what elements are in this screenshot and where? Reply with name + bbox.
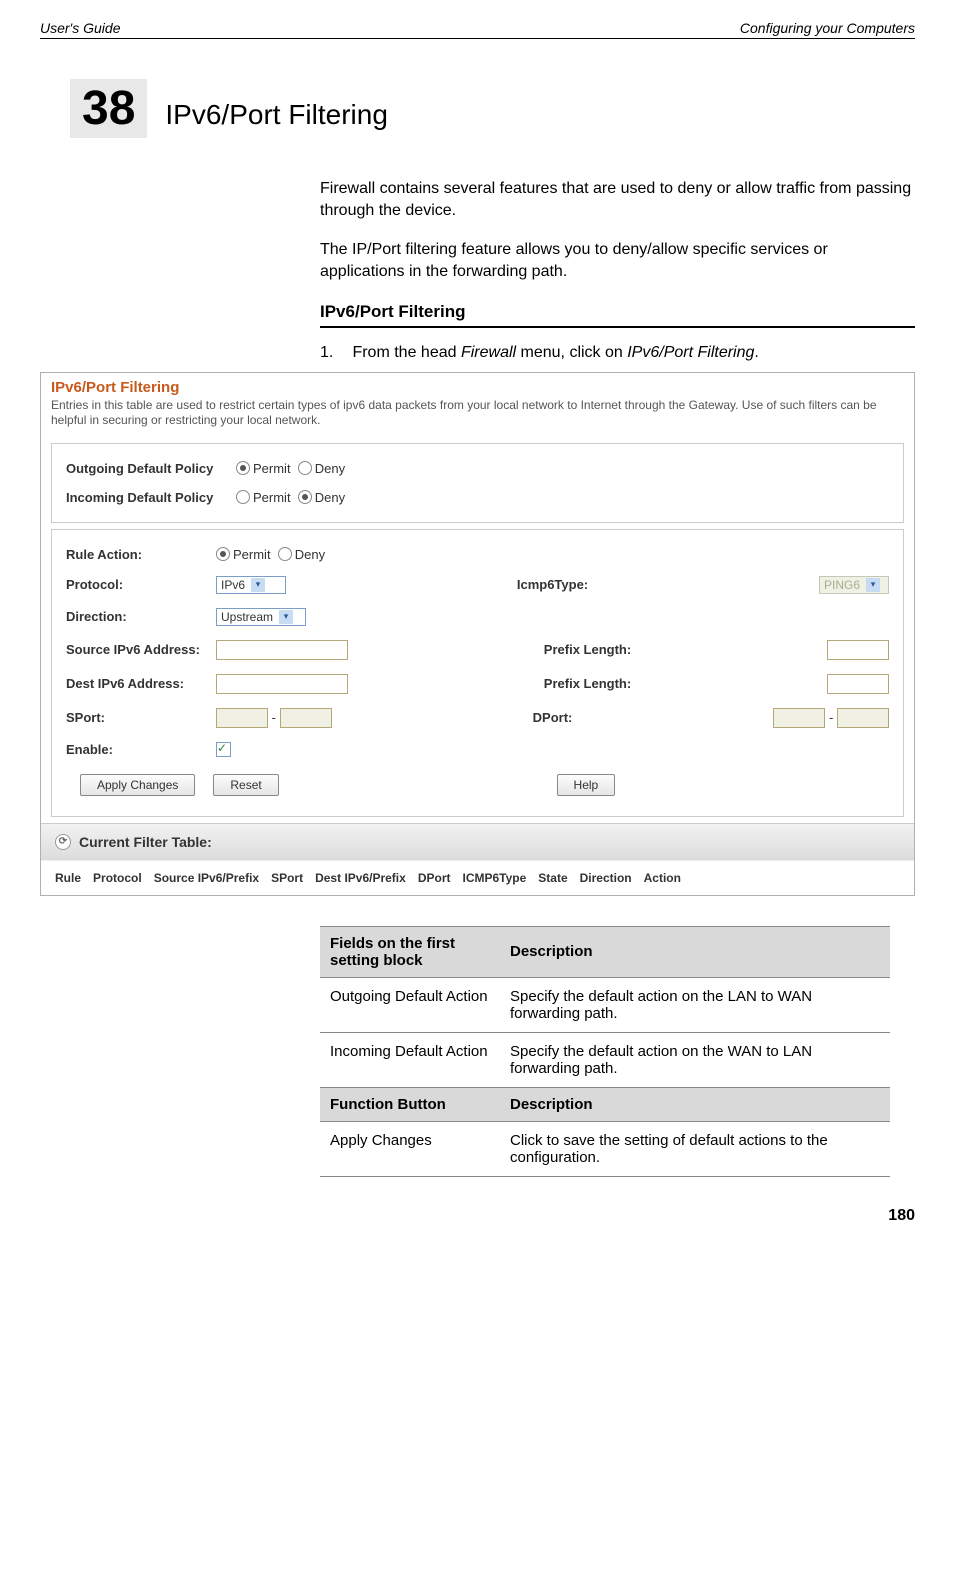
table-header-fields: Fields on the first setting block bbox=[320, 926, 500, 977]
icmp6type-value: PING6 bbox=[824, 578, 860, 592]
icmp6type-select[interactable]: PING6 ▾ bbox=[819, 576, 889, 594]
col-sport: SPort bbox=[271, 871, 303, 885]
outgoing-deny-label: Deny bbox=[315, 461, 345, 476]
header-left: User's Guide bbox=[40, 20, 120, 36]
current-filter-label: Current Filter Table: bbox=[79, 834, 212, 850]
source-ipv6-label: Source IPv6 Address: bbox=[66, 642, 216, 657]
protocol-select[interactable]: IPv6 ▾ bbox=[216, 576, 286, 594]
source-ipv6-input[interactable] bbox=[216, 640, 348, 660]
dport-label: DPort: bbox=[533, 710, 573, 725]
step-text-firewall: Firewall bbox=[461, 344, 516, 361]
icmp6type-label: Icmp6Type: bbox=[517, 577, 588, 592]
cell-incoming-action: Incoming Default Action bbox=[320, 1032, 500, 1087]
col-source: Source IPv6/Prefix bbox=[154, 871, 259, 885]
step-text-a: From the head bbox=[352, 344, 461, 361]
outgoing-permit-radio[interactable] bbox=[236, 461, 250, 475]
dport-from-input[interactable] bbox=[773, 708, 825, 728]
chapter-heading: IPv6/Port Filtering bbox=[165, 99, 388, 131]
rule-deny-label: Deny bbox=[295, 547, 325, 562]
panel-description: Entries in this table are used to restri… bbox=[41, 396, 914, 437]
page-number: 180 bbox=[40, 1207, 915, 1225]
enable-checkbox[interactable] bbox=[216, 742, 231, 757]
step-text-menu: IPv6/Port Filtering bbox=[627, 344, 754, 361]
refresh-icon: ⟳ bbox=[55, 834, 71, 850]
enable-label: Enable: bbox=[66, 742, 216, 757]
apply-changes-button[interactable]: Apply Changes bbox=[80, 774, 195, 796]
col-action: Action bbox=[644, 871, 681, 885]
col-state: State bbox=[538, 871, 567, 885]
source-prefix-label: Prefix Length: bbox=[544, 642, 631, 657]
reset-button[interactable]: Reset bbox=[213, 774, 278, 796]
incoming-policy-label: Incoming Default Policy bbox=[66, 490, 236, 505]
panel-title: IPv6/Port Filtering bbox=[41, 373, 914, 396]
incoming-deny-label: Deny bbox=[315, 490, 345, 505]
rule-deny-radio[interactable] bbox=[278, 547, 292, 561]
col-dest: Dest IPv6/Prefix bbox=[315, 871, 406, 885]
outgoing-deny-radio[interactable] bbox=[298, 461, 312, 475]
table-header-description-2: Description bbox=[500, 1087, 890, 1121]
step-text-b: menu, click on bbox=[516, 344, 627, 361]
dest-ipv6-input[interactable] bbox=[216, 674, 348, 694]
col-icmp: ICMP6Type bbox=[462, 871, 526, 885]
col-dport: DPort bbox=[418, 871, 451, 885]
dest-prefix-input[interactable] bbox=[827, 674, 889, 694]
chevron-down-icon: ▾ bbox=[279, 610, 293, 624]
rule-permit-radio[interactable] bbox=[216, 547, 230, 561]
outgoing-policy-label: Outgoing Default Policy bbox=[66, 461, 236, 476]
incoming-permit-label: Permit bbox=[253, 490, 291, 505]
table-row: Apply Changes Click to save the setting … bbox=[320, 1121, 890, 1176]
filter-table-headers: Rule Protocol Source IPv6/Prefix SPort D… bbox=[41, 860, 914, 895]
step-number: 1. bbox=[320, 344, 348, 362]
dest-ipv6-label: Dest IPv6 Address: bbox=[66, 676, 216, 691]
config-screenshot: IPv6/Port Filtering Entries in this tabl… bbox=[40, 372, 915, 896]
col-protocol: Protocol bbox=[93, 871, 142, 885]
header-right: Configuring your Computers bbox=[740, 20, 915, 36]
table-row: Outgoing Default Action Specify the defa… bbox=[320, 977, 890, 1032]
sport-dash: - bbox=[272, 710, 276, 725]
table-header-function: Function Button bbox=[320, 1087, 500, 1121]
direction-select[interactable]: Upstream ▾ bbox=[216, 608, 306, 626]
chapter-title: 38 IPv6/Port Filtering bbox=[70, 79, 915, 138]
direction-value: Upstream bbox=[221, 610, 273, 624]
cell-apply-changes: Apply Changes bbox=[320, 1121, 500, 1176]
description-table: Fields on the first setting block Descri… bbox=[320, 926, 890, 1177]
protocol-value: IPv6 bbox=[221, 578, 245, 592]
section-heading: IPv6/Port Filtering bbox=[320, 302, 915, 328]
table-header-description: Description bbox=[500, 926, 890, 977]
default-policy-box: Outgoing Default Policy Permit Deny Inco… bbox=[51, 443, 904, 523]
incoming-permit-radio[interactable] bbox=[236, 490, 250, 504]
cell-outgoing-action: Outgoing Default Action bbox=[320, 977, 500, 1032]
incoming-deny-radio[interactable] bbox=[298, 490, 312, 504]
source-prefix-input[interactable] bbox=[827, 640, 889, 660]
page-header: User's Guide Configuring your Computers bbox=[40, 20, 915, 39]
dport-dash: - bbox=[829, 710, 833, 725]
cell-apply-desc: Click to save the setting of default act… bbox=[500, 1121, 890, 1176]
sport-to-input[interactable] bbox=[280, 708, 332, 728]
outgoing-permit-label: Permit bbox=[253, 461, 291, 476]
current-filter-header: ⟳ Current Filter Table: bbox=[41, 823, 914, 860]
dest-prefix-label: Prefix Length: bbox=[544, 676, 631, 691]
rule-action-label: Rule Action: bbox=[66, 547, 216, 562]
direction-label: Direction: bbox=[66, 609, 216, 624]
table-row: Incoming Default Action Specify the defa… bbox=[320, 1032, 890, 1087]
rule-settings-box: Rule Action: Permit Deny Protocol: IPv6 … bbox=[51, 529, 904, 817]
col-direction: Direction bbox=[580, 871, 632, 885]
col-rule: Rule bbox=[55, 871, 81, 885]
cell-outgoing-desc: Specify the default action on the LAN to… bbox=[500, 977, 890, 1032]
help-button[interactable]: Help bbox=[557, 774, 616, 796]
sport-label: SPort: bbox=[66, 710, 216, 725]
intro-paragraph-1: Firewall contains several features that … bbox=[320, 178, 915, 223]
protocol-label: Protocol: bbox=[66, 577, 216, 592]
dport-to-input[interactable] bbox=[837, 708, 889, 728]
chapter-number: 38 bbox=[70, 79, 147, 138]
step-text-c: . bbox=[754, 344, 758, 361]
intro-paragraph-2: The IP/Port filtering feature allows you… bbox=[320, 239, 915, 284]
sport-from-input[interactable] bbox=[216, 708, 268, 728]
cell-incoming-desc: Specify the default action on the WAN to… bbox=[500, 1032, 890, 1087]
chevron-down-icon: ▾ bbox=[251, 578, 265, 592]
step-1: 1. From the head Firewall menu, click on… bbox=[320, 344, 915, 362]
chevron-down-icon: ▾ bbox=[866, 578, 880, 592]
rule-permit-label: Permit bbox=[233, 547, 271, 562]
